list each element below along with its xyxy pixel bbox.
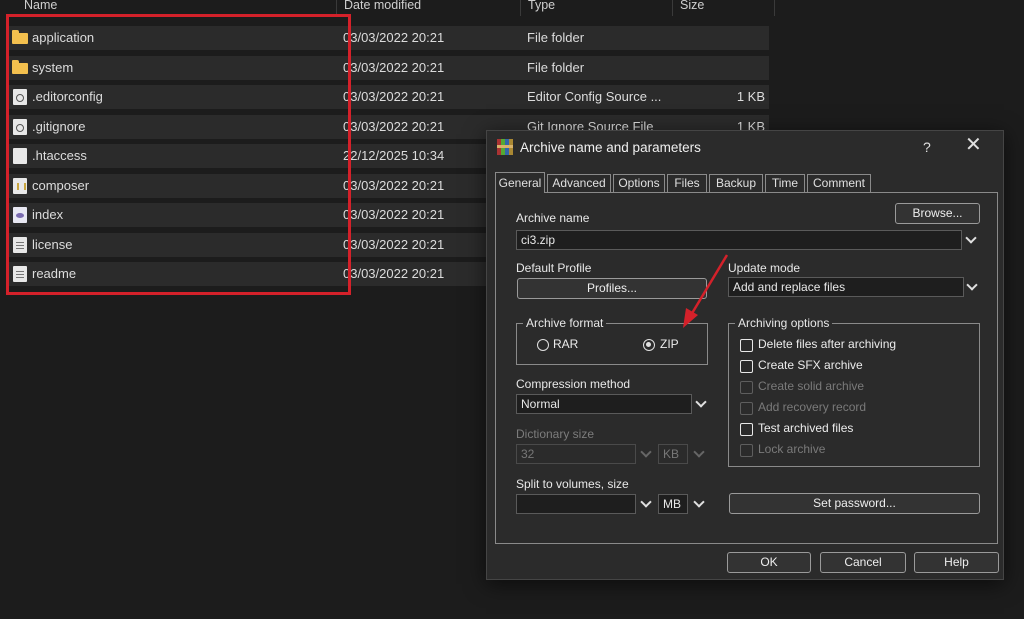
solid-archive-label: Create solid archive <box>758 379 865 393</box>
recovery-record-label: Add recovery record <box>758 400 867 414</box>
split-unit-select[interactable]: MB <box>658 494 688 514</box>
column-header-size[interactable]: Size <box>680 0 704 16</box>
dictionary-unit-select[interactable]: KB <box>658 444 688 464</box>
tab-time[interactable]: Time <box>765 174 805 192</box>
file-date: 03/03/2022 20:21 <box>343 266 445 281</box>
file-type: File folder <box>527 60 585 75</box>
rar-label[interactable]: RAR <box>553 337 578 351</box>
file-date: 03/03/2022 20:21 <box>343 119 445 134</box>
archive-name-input[interactable]: ci3.zip <box>516 230 962 250</box>
create-sfx-label[interactable]: Create SFX archive <box>758 358 863 372</box>
tab-comment[interactable]: Comment <box>807 174 871 192</box>
recovery-record-checkbox <box>740 402 753 415</box>
archive-format-label: Archive format <box>523 316 607 330</box>
test-archived-checkbox[interactable] <box>740 423 753 436</box>
cancel-button[interactable]: Cancel <box>820 552 906 573</box>
default-profile-label: Default Profile <box>516 261 592 275</box>
file-date: 03/03/2022 20:21 <box>343 237 445 252</box>
archive-dialog: Archive name and parameters ? ✕ General … <box>486 130 1004 580</box>
file-date: 03/03/2022 20:21 <box>343 60 445 75</box>
tab-general[interactable]: General <box>495 172 545 193</box>
chevron-down-icon[interactable] <box>962 230 980 250</box>
column-header-date[interactable]: Date modified <box>344 0 421 16</box>
delete-files-checkbox[interactable] <box>740 339 753 352</box>
set-password-button[interactable]: Set password... <box>729 493 980 514</box>
solid-archive-checkbox <box>740 381 753 394</box>
file-type: Editor Config Source ... <box>527 89 662 104</box>
compression-method-label: Compression method <box>516 377 631 391</box>
highlight-box <box>6 14 351 295</box>
archiving-options-label: Archiving options <box>735 316 833 330</box>
help-button[interactable]: Help <box>914 552 999 573</box>
chevron-down-icon <box>690 444 708 464</box>
zip-radio[interactable] <box>643 339 655 351</box>
column-header-type[interactable]: Type <box>528 0 555 16</box>
profiles-button[interactable]: Profiles... <box>517 278 707 299</box>
test-archived-label[interactable]: Test archived files <box>758 421 853 435</box>
rar-radio[interactable] <box>537 339 549 351</box>
file-size: 1 KB <box>736 89 765 104</box>
chevron-down-icon[interactable] <box>637 494 655 514</box>
archiving-options-group: Archiving options Delete files after arc… <box>728 316 980 467</box>
file-date: 03/03/2022 20:21 <box>343 30 445 45</box>
file-type: File folder <box>527 30 585 45</box>
tab-advanced[interactable]: Advanced <box>547 174 611 192</box>
tab-files[interactable]: Files <box>667 174 707 192</box>
split-volumes-input[interactable] <box>516 494 636 514</box>
ok-button[interactable]: OK <box>727 552 811 573</box>
winrar-icon <box>497 139 513 155</box>
update-mode-label: Update mode <box>728 261 801 275</box>
lock-archive-checkbox <box>740 444 753 457</box>
file-date: 03/03/2022 20:21 <box>343 178 445 193</box>
file-date: 03/03/2022 20:21 <box>343 89 445 104</box>
dictionary-size-label: Dictionary size <box>516 427 595 441</box>
update-mode-select[interactable]: Add and replace files <box>728 277 964 297</box>
create-sfx-checkbox[interactable] <box>740 360 753 373</box>
chevron-down-icon[interactable] <box>963 277 981 297</box>
column-divider[interactable] <box>672 0 673 16</box>
dialog-title: Archive name and parameters <box>520 140 701 155</box>
file-date: 03/03/2022 20:21 <box>343 207 445 222</box>
column-divider[interactable] <box>774 0 775 16</box>
lock-archive-label: Lock archive <box>758 442 826 456</box>
split-volumes-label: Split to volumes, size <box>516 477 629 491</box>
tab-backup[interactable]: Backup <box>709 174 763 192</box>
close-button[interactable]: ✕ <box>965 135 982 155</box>
help-question-button[interactable]: ? <box>923 139 931 155</box>
file-date: 22/12/2025 10:34 <box>343 148 445 163</box>
chevron-down-icon <box>637 444 655 464</box>
dictionary-size-select[interactable]: 32 <box>516 444 636 464</box>
chevron-down-icon[interactable] <box>692 394 710 414</box>
delete-files-label[interactable]: Delete files after archiving <box>758 337 896 351</box>
chevron-down-icon[interactable] <box>690 494 708 514</box>
browse-button[interactable]: Browse... <box>895 203 980 224</box>
zip-label[interactable]: ZIP <box>660 337 679 351</box>
dialog-titlebar[interactable]: Archive name and parameters ? ✕ <box>487 131 1003 165</box>
archive-name-label: Archive name <box>516 211 590 225</box>
tab-options[interactable]: Options <box>613 174 665 192</box>
general-panel: Archive name Browse... ci3.zip Default P… <box>495 192 998 544</box>
compression-method-select[interactable]: Normal <box>516 394 692 414</box>
column-divider[interactable] <box>520 0 521 16</box>
archive-format-group: Archive format RAR ZIP <box>516 316 708 365</box>
